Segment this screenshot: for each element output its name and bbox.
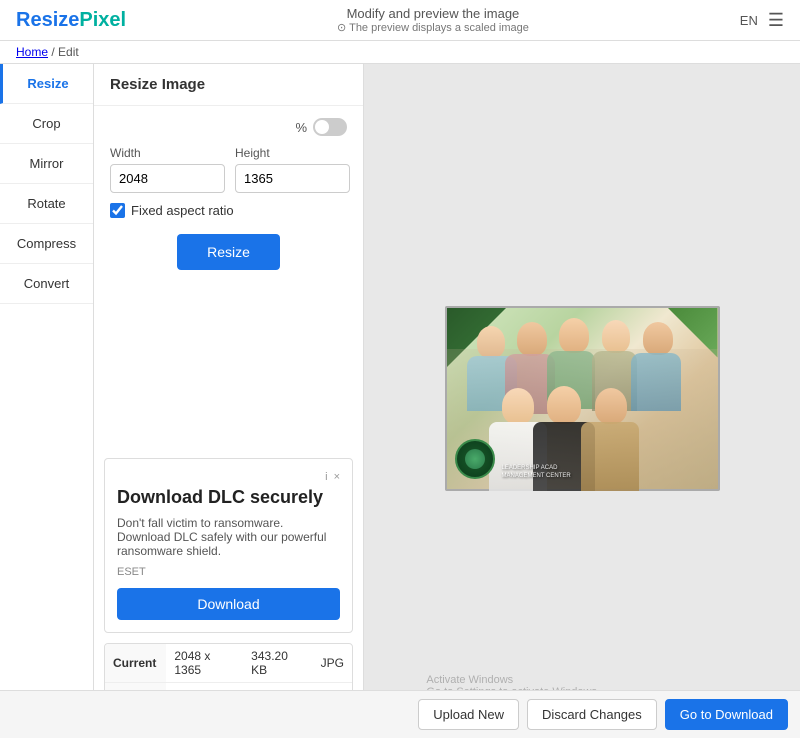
sidebar-item-convert[interactable]: Convert: [0, 264, 93, 304]
percent-label: %: [295, 120, 307, 135]
ad-top-row: i ×: [117, 471, 340, 483]
header-center: Modify and preview the image The preview…: [337, 6, 529, 34]
aspect-ratio-label: Fixed aspect ratio: [131, 203, 234, 218]
height-label: Height: [235, 146, 350, 160]
photo-simulation: LEADERSHIP ACADMANAGEMENT CENTER: [445, 306, 720, 491]
percent-row: %: [110, 118, 347, 136]
file-size: 343.20 KB: [243, 644, 312, 683]
breadcrumb-separator: /: [48, 45, 58, 59]
ad-brand: ESET: [117, 566, 340, 578]
sidebar: Resize Crop Mirror Rotate Compress Conve…: [0, 64, 94, 732]
hamburger-icon[interactable]: ☰: [768, 10, 784, 31]
sidebar-label-resize: Resize: [27, 76, 68, 91]
file-label: Current: [105, 644, 166, 683]
ad-box: i × Download DLC securely Don't fall vic…: [104, 458, 353, 633]
ad-close-icon[interactable]: ×: [334, 471, 340, 483]
preview-area: LEADERSHIP ACADMANAGEMENT CENTER: [364, 64, 800, 732]
header-title: Modify and preview the image: [337, 6, 529, 21]
logo: ResizePixel: [16, 9, 126, 32]
discard-changes-button[interactable]: Discard Changes: [527, 699, 657, 730]
sidebar-item-compress[interactable]: Compress: [0, 224, 93, 264]
go-to-download-button[interactable]: Go to Download: [665, 699, 788, 730]
bottom-bar: Upload New Discard Changes Go to Downloa…: [0, 690, 800, 738]
aspect-ratio-checkbox[interactable]: [110, 203, 125, 218]
sidebar-label-convert: Convert: [24, 276, 70, 291]
sidebar-item-resize[interactable]: Resize: [0, 64, 93, 104]
aspect-ratio-row: Fixed aspect ratio: [110, 203, 347, 218]
file-format: JPG: [313, 644, 352, 683]
header: ResizePixel Modify and preview the image…: [0, 0, 800, 41]
header-right: EN ☰: [740, 10, 784, 31]
language-label: EN: [740, 13, 758, 28]
resize-button[interactable]: Resize: [177, 234, 280, 270]
sidebar-label-compress: Compress: [17, 236, 76, 251]
content-panel: Resize Image % Width Height: [94, 64, 364, 732]
height-group: Height: [235, 146, 350, 193]
preview-note: The preview displays a scaled image: [337, 21, 529, 34]
main-layout: Resize Crop Mirror Rotate Compress Conve…: [0, 64, 800, 732]
logo-pixel: Pixel: [79, 9, 126, 31]
panel-title: Resize Image: [94, 64, 363, 106]
toggle-knob: [315, 120, 329, 134]
sidebar-label-rotate: Rotate: [27, 196, 65, 211]
wh-row: Width Height: [110, 146, 347, 193]
table-row: Current 2048 x 1365 343.20 KB JPG: [105, 644, 352, 683]
sidebar-item-crop[interactable]: Crop: [0, 104, 93, 144]
width-group: Width: [110, 146, 225, 193]
sidebar-item-mirror[interactable]: Mirror: [0, 144, 93, 184]
height-input[interactable]: [235, 164, 350, 193]
width-label: Width: [110, 146, 225, 160]
sidebar-item-rotate[interactable]: Rotate: [0, 184, 93, 224]
logo-resize: Resize: [16, 9, 79, 31]
sidebar-label-crop: Crop: [32, 116, 60, 131]
width-input[interactable]: [110, 164, 225, 193]
percent-toggle[interactable]: [313, 118, 347, 136]
breadcrumb: Home / Edit: [0, 41, 800, 64]
ad-indicator: i: [325, 471, 327, 483]
sidebar-label-mirror: Mirror: [30, 156, 64, 171]
ad-download-button[interactable]: Download: [117, 588, 340, 620]
ad-description: Don't fall victim to ransomware. Downloa…: [117, 516, 340, 558]
breadcrumb-home[interactable]: Home: [16, 45, 48, 59]
upload-new-button[interactable]: Upload New: [418, 699, 519, 730]
panel-body: % Width Height Fixed aspect rati: [94, 106, 363, 448]
file-dimensions: 2048 x 1365: [166, 644, 243, 683]
ad-title: Download DLC securely: [117, 487, 340, 508]
breadcrumb-current: Edit: [58, 45, 79, 59]
preview-image: LEADERSHIP ACADMANAGEMENT CENTER: [445, 306, 720, 491]
